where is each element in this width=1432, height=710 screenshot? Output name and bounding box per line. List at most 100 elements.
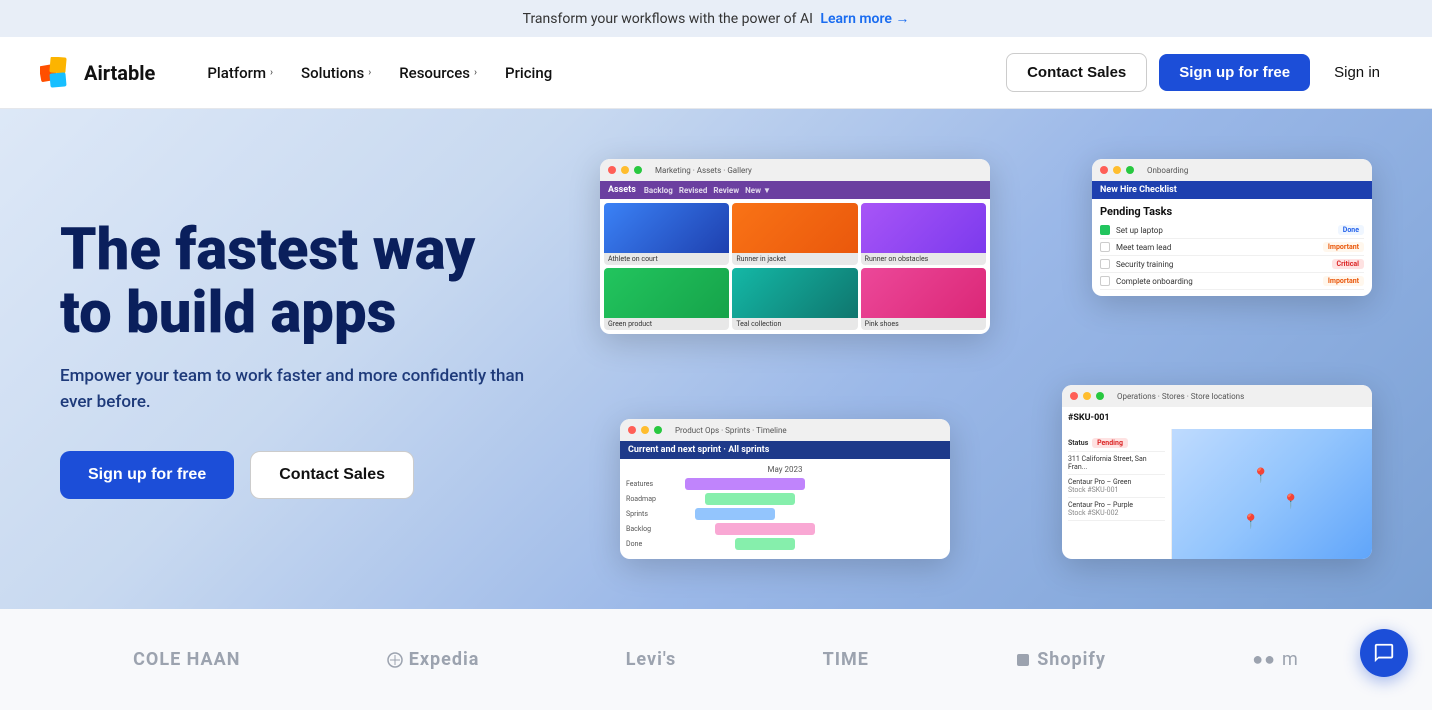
checklist-body: Pending Tasks Set up laptop Done Meet te… <box>1092 199 1372 296</box>
brand-logo-other: ●● m <box>1252 649 1299 670</box>
brand-logo-expedia: Expedia <box>387 649 480 670</box>
gallery-card: Pink shoes <box>861 268 986 330</box>
minimize-dot <box>621 166 629 174</box>
gallery-image <box>732 203 857 253</box>
gallery-window: Marketing · Assets · Gallery Assets Back… <box>600 159 990 334</box>
banner-link[interactable]: Learn more → <box>820 11 909 27</box>
close-dot <box>1070 392 1078 400</box>
brand-logo-shopify: Shopify <box>1015 649 1106 670</box>
expand-dot <box>634 166 642 174</box>
window-title: Onboarding <box>1147 166 1188 175</box>
expand-dot <box>1096 392 1104 400</box>
sku-title: #SKU-001 <box>1062 407 1372 429</box>
checkbox <box>1100 259 1110 269</box>
chevron-icon: › <box>368 67 371 78</box>
chevron-icon: › <box>474 67 477 78</box>
nav-item-solutions[interactable]: Solutions › <box>289 56 383 90</box>
gallery-card: Runner on obstacles <box>861 203 986 265</box>
gallery-card: Teal collection <box>732 268 857 330</box>
checklist-item: Complete onboarding Important <box>1100 273 1364 290</box>
gallery-image <box>861 268 986 318</box>
minimize-dot <box>1113 166 1121 174</box>
nav-links: Platform › Solutions › Resources › Prici… <box>195 56 1006 90</box>
gallery-tabs: Backlog Revised Review New ▼ <box>644 186 771 195</box>
navbar: Airtable Platform › Solutions › Resource… <box>0 37 1432 109</box>
map-pin: 📍 <box>1252 468 1269 484</box>
timeline-header: Current and next sprint · All sprints <box>620 441 950 459</box>
checklist-item: Security training Critical <box>1100 256 1364 273</box>
banner-text: Transform your workflows with the power … <box>523 11 813 27</box>
gallery-image <box>732 268 857 318</box>
map-sidebar: Status Pending 311 California Street, Sa… <box>1062 429 1172 559</box>
hero-title: The fastest way to build apps <box>60 219 580 344</box>
hero-section: The fastest way to build apps Empower yo… <box>0 109 1432 609</box>
sign-up-button[interactable]: Sign up for free <box>1159 54 1310 91</box>
timeline-bar <box>705 493 795 505</box>
map-visual: 📍 📍 📍 <box>1172 429 1372 559</box>
brand-logo-time: TIME <box>823 649 869 670</box>
hero-content: The fastest way to build apps Empower yo… <box>60 219 580 499</box>
map-body: Status Pending 311 California Street, Sa… <box>1062 429 1372 559</box>
timeline-row: Backlog <box>626 523 944 535</box>
gallery-image <box>604 203 729 253</box>
logo[interactable]: Airtable <box>40 57 155 89</box>
sign-in-button[interactable]: Sign in <box>1322 54 1392 91</box>
gallery-card: Green product <box>604 268 729 330</box>
timeline-row: Done <box>626 538 944 550</box>
map-pin: 📍 <box>1242 514 1259 530</box>
hero-contact-button[interactable]: Contact Sales <box>250 451 414 499</box>
chat-icon <box>1373 642 1395 664</box>
checkbox <box>1100 276 1110 286</box>
close-dot <box>628 426 636 434</box>
timeline-bar <box>715 523 815 535</box>
hero-buttons: Sign up for free Contact Sales <box>60 451 580 499</box>
nav-item-platform[interactable]: Platform › <box>195 56 285 90</box>
nav-right: Contact Sales Sign up for free Sign in <box>1006 53 1392 92</box>
nav-item-resources[interactable]: Resources › <box>387 56 489 90</box>
timeline-row: Roadmap <box>626 493 944 505</box>
checklist-window: Onboarding New Hire Checklist Pending Ta… <box>1092 159 1372 296</box>
timeline-row: Features <box>626 478 944 490</box>
expand-dot <box>1126 166 1134 174</box>
timeline-bar <box>685 478 805 490</box>
window-title: Operations · Stores · Store locations <box>1117 392 1244 401</box>
minimize-dot <box>641 426 649 434</box>
checklist-item: Set up laptop Done <box>1100 222 1364 239</box>
gallery-header: Assets Backlog Revised Review New ▼ <box>600 181 990 199</box>
brand-logo-cole-haan: COLE HAAN <box>133 649 240 670</box>
expedia-icon <box>387 652 403 668</box>
minimize-dot <box>1083 392 1091 400</box>
timeline-bar <box>735 538 795 550</box>
window-titlebar: Product Ops · Sprints · Timeline <box>620 419 950 441</box>
window-titlebar: Operations · Stores · Store locations <box>1062 385 1372 407</box>
window-titlebar: Onboarding <box>1092 159 1372 181</box>
chat-button[interactable] <box>1360 629 1408 677</box>
shopify-icon <box>1015 652 1031 668</box>
logos-section: COLE HAAN Expedia Levi's TIME Shopify ●●… <box>0 609 1432 710</box>
contact-sales-button[interactable]: Contact Sales <box>1006 53 1147 92</box>
sidebar-item: Status Pending <box>1068 435 1165 452</box>
chevron-icon: › <box>270 67 273 78</box>
gallery-grid: Athlete on court Runner in jacket Runner… <box>600 199 990 334</box>
timeline-window: Product Ops · Sprints · Timeline Current… <box>620 419 950 559</box>
sidebar-item: 311 California Street, San Fran... <box>1068 452 1165 475</box>
hero-signup-button[interactable]: Sign up for free <box>60 451 234 499</box>
timeline-body: May 2023 Features Roadmap Sprints Backlo… <box>620 459 950 559</box>
expand-dot <box>654 426 662 434</box>
sidebar-item: Centaur Pro – Purple Stock #SKU-002 <box>1068 498 1165 521</box>
hero-subtitle: Empower your team to work faster and mor… <box>60 364 540 415</box>
gallery-image <box>604 268 729 318</box>
timeline-bar <box>695 508 775 520</box>
close-dot <box>1100 166 1108 174</box>
map-pin: 📍 <box>1282 494 1299 510</box>
close-dot <box>608 166 616 174</box>
window-title: Marketing · Assets · Gallery <box>655 166 752 175</box>
window-title: Product Ops · Sprints · Timeline <box>675 426 787 435</box>
gallery-card: Runner in jacket <box>732 203 857 265</box>
top-banner: Transform your workflows with the power … <box>0 0 1432 37</box>
brand-logo-levis: Levi's <box>626 649 677 670</box>
nav-item-pricing[interactable]: Pricing <box>493 56 564 90</box>
gallery-image <box>861 203 986 253</box>
checkbox <box>1100 225 1110 235</box>
window-titlebar: Marketing · Assets · Gallery <box>600 159 990 181</box>
